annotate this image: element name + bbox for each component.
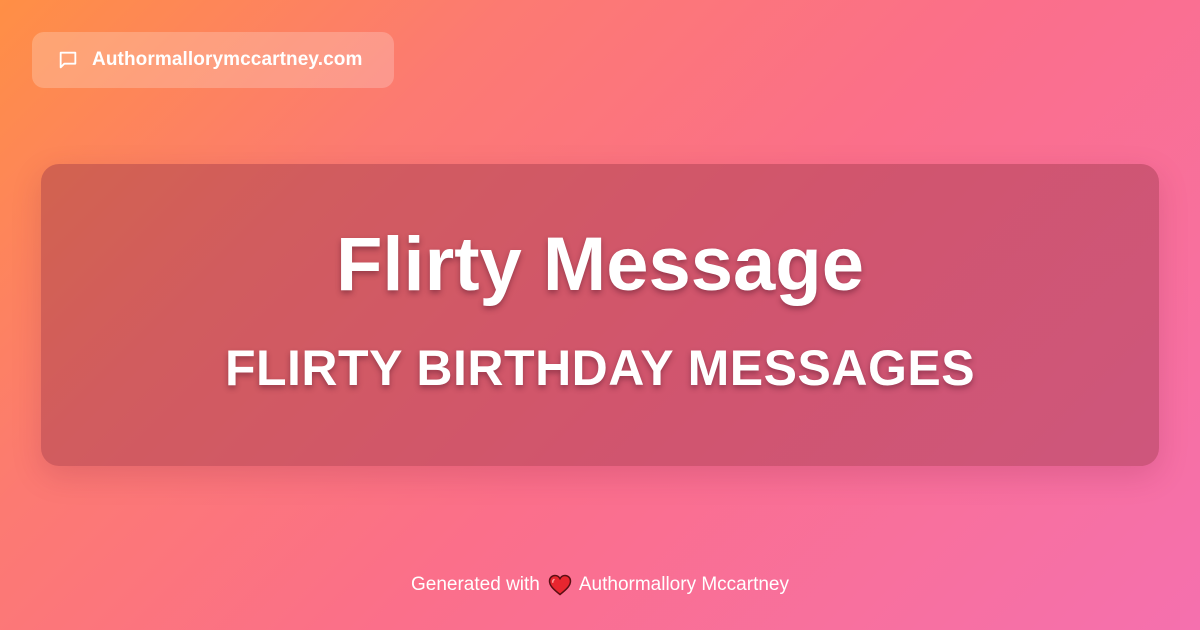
page-title: Flirty Message — [336, 222, 864, 307]
hero-card: Flirty Message FLIRTY BIRTHDAY MESSAGES — [41, 164, 1159, 466]
footer-prefix: Generated with — [411, 574, 540, 595]
chat-bubble-icon — [56, 48, 80, 72]
heart-icon — [548, 574, 572, 596]
site-badge[interactable]: Authormallorymccartney.com — [32, 32, 394, 88]
footer-credit: Generated with Authormallory Mccartney — [0, 574, 1200, 596]
footer-author: Authormallory Mccartney — [578, 574, 789, 595]
site-domain: Authormallorymccartney.com — [92, 49, 363, 70]
page-subtitle: FLIRTY BIRTHDAY MESSAGES — [224, 340, 976, 396]
